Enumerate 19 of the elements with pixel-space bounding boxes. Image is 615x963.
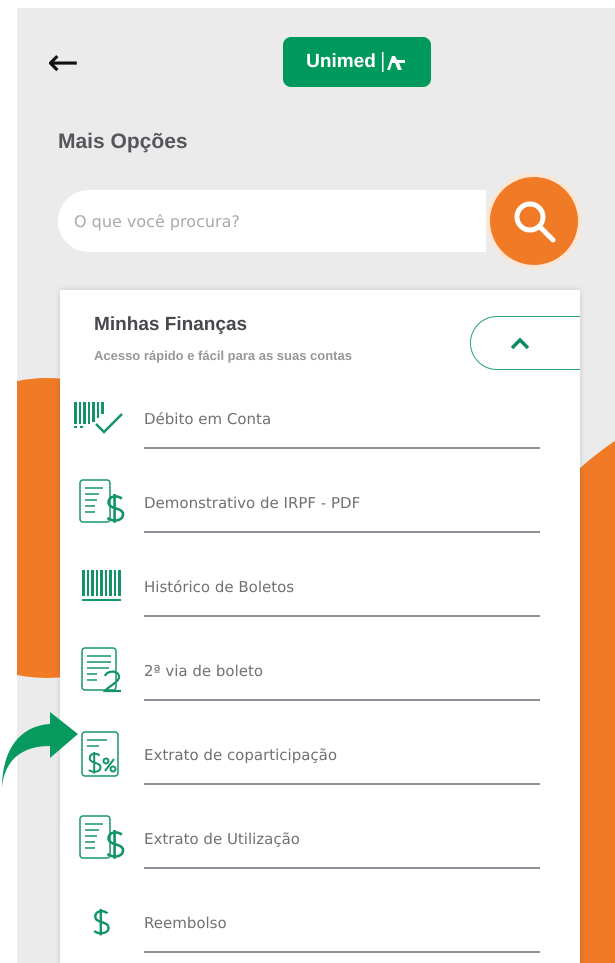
menu-item[interactable]: Histórico de Boletos: [144, 559, 540, 617]
menu-item[interactable]: Extrato de coparticipação: [144, 727, 540, 785]
document-dollar-icon: [77, 814, 127, 862]
collapse-button[interactable]: [470, 316, 580, 370]
back-button[interactable]: ←: [41, 43, 85, 81]
barcode-icon: [80, 568, 124, 604]
menu-item[interactable]: Reembolso: [144, 895, 540, 953]
menu-item[interactable]: Extrato de Utilização: [144, 811, 540, 869]
chevron-up-icon: [509, 336, 531, 350]
search-field[interactable]: O que você procura?: [58, 190, 486, 252]
logo-symbol-icon: [382, 50, 408, 74]
logo-text: Unimed: [306, 51, 376, 73]
section-subtitle: Acesso rápido e fácil para as suas contas: [94, 348, 353, 363]
document-dollar-icon: [77, 478, 127, 526]
page-title: Mais Opções: [58, 130, 189, 155]
menu-item[interactable]: Demonstrativo de IRPF - PDF: [144, 475, 540, 533]
section-title: Minhas Finanças: [94, 314, 248, 336]
menu-item[interactable]: 2ª via de boleto: [144, 643, 540, 701]
menu-item[interactable]: Débito em Conta: [144, 391, 540, 449]
